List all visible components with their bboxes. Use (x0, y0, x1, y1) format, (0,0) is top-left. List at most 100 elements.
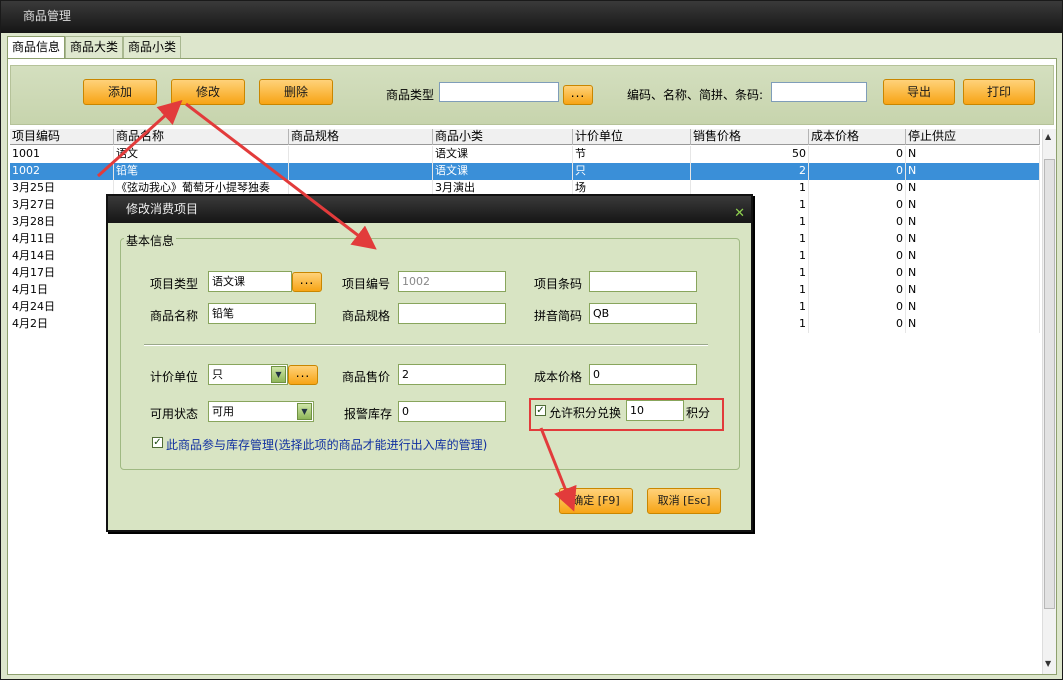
unit-label: 计价单位 (150, 370, 199, 384)
column-header[interactable]: 销售价格 (691, 129, 809, 145)
table-cell: 0 (809, 316, 906, 333)
table-cell: 4月24日 (10, 299, 114, 316)
inventory-checkbox[interactable]: ✓ (152, 437, 163, 448)
table-cell: 0 (809, 231, 906, 248)
cost-input[interactable]: 0 (589, 364, 697, 385)
divider (144, 344, 708, 346)
category-input[interactable] (439, 82, 559, 102)
status-select[interactable]: 可用 ▼ (208, 401, 314, 422)
table-cell: 0 (809, 180, 906, 197)
table-row[interactable]: 1002 铅笔 语文课只 2 0 N (10, 163, 1040, 180)
barcode-label: 项目条码 (534, 277, 583, 291)
cost-label: 成本价格 (534, 370, 583, 384)
unit-browse-button[interactable]: ... (288, 365, 318, 385)
spec-input[interactable] (398, 303, 506, 324)
cancel-button[interactable]: 取消 [Esc] (647, 488, 721, 514)
dialog-title: 修改消费项目 ✕ (108, 196, 751, 223)
name-input[interactable]: 铅笔 (208, 303, 316, 324)
edit-button[interactable]: 修改 (171, 79, 245, 105)
tab-product-subcategory[interactable]: 商品小类 (123, 36, 182, 58)
table-cell: 50 (691, 146, 809, 163)
table-row[interactable]: 1001 语文 语文课节 50 0 N (10, 146, 1040, 163)
category-browse-button[interactable]: ... (563, 85, 593, 105)
unit-select[interactable]: 只 ▼ (208, 364, 288, 385)
status-select-value: 可用 (212, 405, 234, 418)
chevron-down-icon[interactable]: ▼ (271, 366, 286, 383)
ok-button[interactable]: 确定 [F9] (559, 488, 633, 514)
delete-button[interactable]: 删除 (259, 79, 333, 105)
tab-product-category[interactable]: 商品大类 (65, 36, 124, 58)
item-type-label: 项目类型 (150, 277, 199, 291)
table-cell: N (906, 163, 1040, 180)
scroll-down-icon[interactable]: ▼ (1045, 659, 1051, 668)
export-button[interactable]: 导出 (883, 79, 955, 105)
table-cell: 4月2日 (10, 316, 114, 333)
table-cell: 1002 (10, 163, 114, 180)
table-cell: 3月28日 (10, 214, 114, 231)
status-label: 可用状态 (150, 407, 199, 421)
scroll-thumb[interactable] (1044, 159, 1055, 609)
search-label: 编码、名称、简拼、条码: (627, 88, 764, 102)
table-cell: 0 (809, 146, 906, 163)
add-button[interactable]: 添加 (83, 79, 157, 105)
column-header[interactable]: 计价单位 (573, 129, 691, 145)
group-label: 基本信息 (124, 232, 177, 249)
tab-product-info[interactable]: 商品信息 (7, 36, 66, 58)
barcode-input[interactable] (589, 271, 697, 292)
window-title: 商品管理 (1, 1, 1062, 33)
allow-points-label[interactable]: 允许积分兑换 (549, 404, 621, 421)
table-cell: 2 (691, 163, 809, 180)
item-type-browse-button[interactable]: ... (292, 272, 322, 292)
table-cell (289, 146, 433, 163)
table-cell: 节 (573, 146, 691, 163)
pinyin-input[interactable]: QB (589, 303, 697, 324)
table-cell: 只 (573, 163, 691, 180)
dialog-title-text: 修改消费项目 (126, 202, 199, 216)
inventory-label[interactable]: 此商品参与库存管理(选择此项的商品才能进行出入库的管理) (166, 436, 487, 453)
table-cell: N (906, 282, 1040, 299)
table-cell: N (906, 231, 1040, 248)
column-header[interactable]: 商品规格 (289, 129, 433, 145)
vertical-scrollbar[interactable]: ▲ ▼ (1042, 129, 1056, 674)
points-input[interactable]: 10 (626, 400, 684, 421)
table-cell: N (906, 146, 1040, 163)
column-header[interactable]: 商品名称 (114, 129, 289, 145)
table-cell: 3月25日 (10, 180, 114, 197)
table-cell: 语文课 (433, 163, 573, 180)
table-cell: 1001 (10, 146, 114, 163)
table-cell: 0 (809, 282, 906, 299)
item-type-input[interactable]: 语文课 (208, 271, 292, 292)
tab-bar: 商品信息 商品大类 商品小类 (7, 36, 182, 58)
price-input[interactable]: 2 (398, 364, 506, 385)
table-cell: 0 (809, 248, 906, 265)
table-cell: N (906, 299, 1040, 316)
pinyin-label: 拼音简码 (534, 309, 583, 323)
table-cell: N (906, 248, 1040, 265)
print-button[interactable]: 打印 (963, 79, 1035, 105)
table-cell: 0 (809, 163, 906, 180)
item-code-input[interactable]: 1002 (398, 271, 506, 292)
table-cell: N (906, 265, 1040, 282)
edit-item-dialog: 修改消费项目 ✕ 基本信息 项目类型 语文课 ... 项目编号 1002 项目条… (106, 194, 753, 532)
column-header[interactable]: 商品小类 (433, 129, 573, 145)
column-header[interactable]: 停止供应 (906, 129, 1040, 145)
column-header[interactable]: 项目编码 (10, 129, 114, 145)
table-cell: 铅笔 (114, 163, 289, 180)
item-code-label: 项目编号 (342, 277, 391, 291)
column-header[interactable]: 成本价格 (809, 129, 906, 145)
table-cell: 0 (809, 214, 906, 231)
search-input[interactable] (771, 82, 867, 102)
table-cell: 4月14日 (10, 248, 114, 265)
chevron-down-icon[interactable]: ▼ (297, 403, 312, 420)
name-label: 商品名称 (150, 309, 199, 323)
allow-points-checkbox[interactable]: ✓ (535, 405, 546, 416)
table-cell: N (906, 214, 1040, 231)
scroll-up-icon[interactable]: ▲ (1045, 132, 1051, 141)
close-icon[interactable]: ✕ (734, 200, 745, 227)
unit-select-value: 只 (212, 368, 223, 381)
table-cell: 语文 (114, 146, 289, 163)
table-cell: 0 (809, 299, 906, 316)
table-cell: 3月27日 (10, 197, 114, 214)
stock-alarm-input[interactable]: 0 (398, 401, 506, 422)
table-header: 项目编码 商品名称 商品规格 商品小类 计价单位 销售价格 成本价格 停止供应 (10, 129, 1040, 145)
